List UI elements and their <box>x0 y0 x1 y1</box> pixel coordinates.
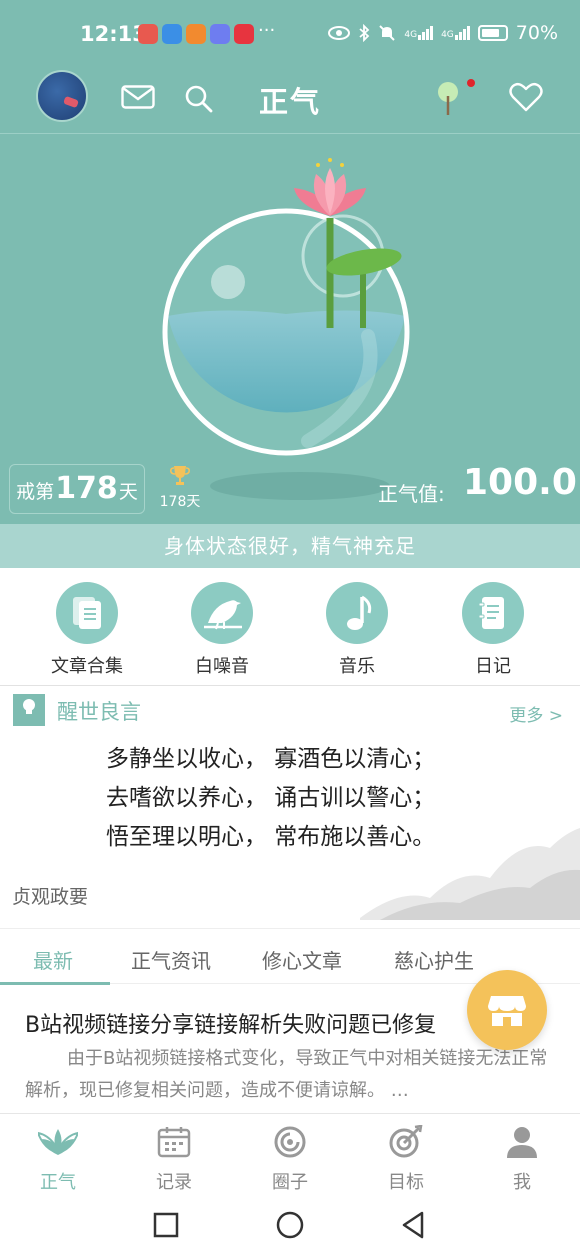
shop-fab-button[interactable] <box>467 970 547 1050</box>
eye-icon <box>328 26 351 40</box>
circle-icon <box>274 1126 306 1158</box>
trophy-record[interactable]: 178天 <box>158 464 202 511</box>
tool-label: 音乐 <box>339 656 375 677</box>
nav-zhengqi[interactable]: 正气 <box>18 1122 98 1194</box>
page-title: 正气 <box>258 85 321 119</box>
nav-label: 记录 <box>156 1172 192 1193</box>
nav-label: 我 <box>513 1172 531 1193</box>
home-icon[interactable] <box>276 1211 304 1239</box>
quote-text: 多静坐以收心， 寡酒色以清心； 去嗜欲以养心， 诵古训以警心； 悟至理以明心， … <box>106 740 435 857</box>
network-type: 4G <box>404 30 418 40</box>
tab-compassion[interactable]: 慈心护生 <box>394 945 474 974</box>
quick-tools: 文章合集 白噪音 音乐 日记 <box>0 568 580 686</box>
heart-icon[interactable] <box>509 82 543 112</box>
tool-articles[interactable]: 文章合集 <box>27 582 147 678</box>
quote-line: 悟至理以明心， 常布施以善心。 <box>106 824 436 850</box>
quote-source: 贞观政要 <box>12 886 89 908</box>
document-icon <box>56 582 118 644</box>
more-notifications-icon: ··· <box>258 20 276 41</box>
abstinence-day-counter: 戒第 178 天 <box>9 464 145 514</box>
mute-icon <box>379 25 396 41</box>
quote-more-link[interactable]: 更多 > <box>509 701 563 726</box>
store-icon <box>488 996 526 1026</box>
heart-notification-icon <box>186 24 206 44</box>
nav-label: 目标 <box>388 1172 424 1193</box>
battery-level: 70% <box>515 22 558 44</box>
notification-icons <box>138 24 254 44</box>
target-icon <box>389 1125 423 1158</box>
trophy-icon <box>170 466 190 485</box>
shop-notification-icon <box>234 24 254 44</box>
nav-circle[interactable]: 圈子 <box>250 1122 330 1194</box>
tab-latest[interactable]: 最新 <box>33 945 73 974</box>
lotus-bowl-illustration[interactable] <box>158 156 418 506</box>
notebook-icon <box>462 582 524 644</box>
person-icon <box>507 1127 537 1158</box>
tool-diary[interactable]: 日记 <box>433 582 553 678</box>
tab-news[interactable]: 正气资讯 <box>131 945 211 974</box>
status-right-group: 4G 4G 70% <box>328 22 558 44</box>
music-note-icon <box>326 582 388 644</box>
status-time: 12:13 <box>80 22 147 46</box>
bottom-navigation: 正气 记录 圈子 目标 我 <box>0 1113 580 1197</box>
signal-icon-2: 4G <box>441 26 470 40</box>
tool-music[interactable]: 音乐 <box>297 582 417 678</box>
app-notification-icon <box>138 24 158 44</box>
body-status-text: 身体状态很好，精气神充足 <box>0 524 580 568</box>
top-navbar: 正气 <box>0 64 580 134</box>
lightbulb-bookmark-icon <box>13 694 45 726</box>
system-navigation-bar <box>0 1197 580 1257</box>
trophy-days: 178天 <box>159 494 201 510</box>
back-icon[interactable] <box>401 1211 425 1239</box>
quote-section-title: 醒世良言 <box>57 700 141 724</box>
calendar-icon <box>157 1127 191 1158</box>
zhengqi-value: 100.0 <box>463 462 577 503</box>
quote-section: 醒世良言 更多 > 多静坐以收心， 寡酒色以清心； 去嗜欲以养心， 诵古训以警心… <box>0 688 580 920</box>
bird-icon <box>191 582 253 644</box>
day-suffix: 天 <box>118 481 138 503</box>
nav-goals[interactable]: 目标 <box>366 1122 446 1194</box>
quote-line: 去嗜欲以养心， 诵古训以警心； <box>106 785 436 811</box>
bluetooth-icon <box>359 24 370 42</box>
hero-section: 12:13 ··· 4G 4G 70% 正气 戒第 178 天 178天 正气值… <box>0 0 580 568</box>
tab-articles[interactable]: 修心文章 <box>262 945 342 974</box>
tree-icon[interactable] <box>436 78 476 118</box>
nav-label: 正气 <box>40 1172 76 1193</box>
tool-white-noise[interactable]: 白噪音 <box>162 582 282 678</box>
signal-icon: 4G <box>404 26 434 40</box>
nav-me[interactable]: 我 <box>482 1122 562 1194</box>
zhengqi-label: 正气值: <box>378 482 445 506</box>
quote-line: 多静坐以收心， 寡酒色以清心； <box>106 746 436 772</box>
nav-records[interactable]: 记录 <box>134 1122 214 1194</box>
cloud-notification-icon <box>162 24 182 44</box>
article-summary: 由于B站视频链接格式变化，导致正气中对相关链接无法正常解析，现已修复相关问题，造… <box>25 1048 548 1101</box>
lotus-icon <box>38 1129 78 1155</box>
tool-label: 白噪音 <box>195 656 249 677</box>
tool-label: 日记 <box>475 656 511 677</box>
nav-label: 圈子 <box>272 1172 308 1193</box>
recent-apps-icon[interactable] <box>153 1212 179 1238</box>
day-prefix: 戒第 <box>16 481 55 503</box>
music-notification-icon <box>210 24 230 44</box>
day-count: 178 <box>55 471 118 506</box>
network-type-2: 4G <box>441 30 454 40</box>
battery-icon <box>477 25 508 41</box>
status-bar: 12:13 ··· 4G 4G 70% <box>0 14 580 58</box>
tool-label: 文章合集 <box>51 656 123 677</box>
